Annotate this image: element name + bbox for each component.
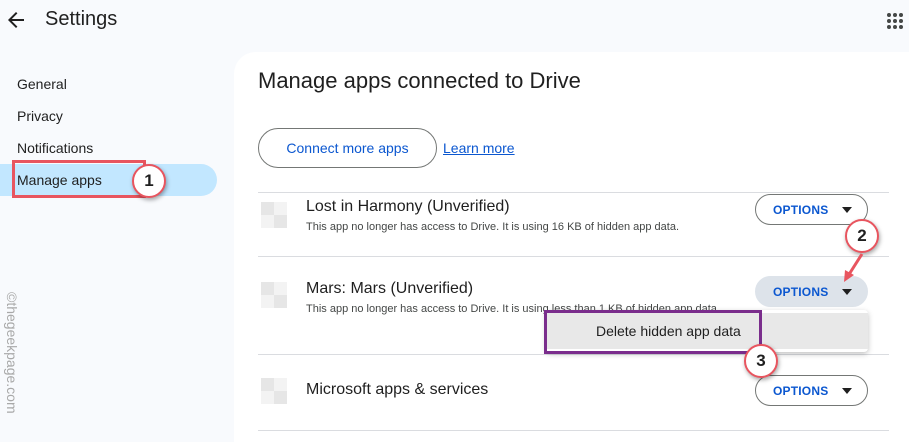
- sidebar-item-general[interactable]: General: [0, 68, 217, 100]
- app-description: This app no longer has access to Drive. …: [306, 221, 680, 233]
- caret-down-icon: [842, 207, 852, 213]
- options-label: OPTIONS: [773, 202, 829, 217]
- watermark-text: ©thegeekpage.com: [4, 292, 20, 414]
- step-badge-3: 3: [744, 344, 778, 378]
- highlight-box-manage-apps: [12, 160, 146, 198]
- app-name: Lost in Harmony (Unverified): [306, 198, 510, 215]
- app-name: Microsoft apps & services: [306, 381, 489, 398]
- divider: [258, 430, 889, 431]
- arrow-icon: [844, 253, 864, 282]
- divider: [258, 354, 889, 355]
- caret-down-icon: [842, 388, 852, 394]
- highlight-box-delete: [544, 310, 762, 354]
- app-placeholder-icon: [261, 202, 287, 228]
- sidebar-item-privacy[interactable]: Privacy: [0, 100, 217, 132]
- watermark: ©thegeekpage.com: [4, 292, 24, 442]
- grid-icon[interactable]: [886, 12, 904, 30]
- app-placeholder-icon: [261, 378, 287, 404]
- section-heading: Manage apps connected to Drive: [258, 68, 581, 93]
- learn-more-link[interactable]: Learn more: [443, 140, 515, 156]
- page-title: Settings: [45, 8, 118, 30]
- main-panel: Manage apps connected to Drive Connect m…: [234, 52, 909, 442]
- connect-more-apps-button[interactable]: Connect more apps: [258, 128, 437, 168]
- arrow-left-icon[interactable]: [4, 8, 28, 32]
- caret-down-icon: [842, 289, 852, 295]
- step-badge-2: 2: [845, 219, 879, 253]
- divider: [258, 256, 889, 257]
- app-name: Mars: Mars (Unverified): [306, 280, 474, 297]
- options-button[interactable]: OPTIONS: [755, 194, 868, 225]
- options-label: OPTIONS: [773, 284, 829, 299]
- divider: [258, 192, 889, 193]
- top-bar: Settings: [0, 0, 909, 44]
- step-badge-1: 1: [132, 164, 166, 198]
- options-label: OPTIONS: [773, 383, 829, 398]
- options-button[interactable]: OPTIONS: [755, 375, 868, 406]
- app-placeholder-icon: [261, 282, 287, 308]
